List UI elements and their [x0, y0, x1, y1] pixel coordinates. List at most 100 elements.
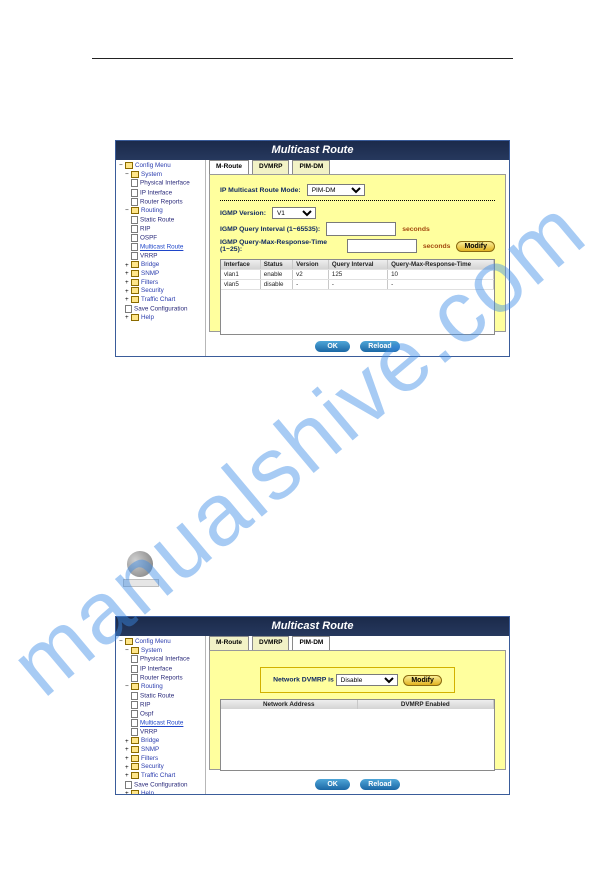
tree-label: Routing — [141, 683, 163, 690]
tree-item[interactable]: VRRP — [119, 252, 203, 261]
tree-label: Security — [141, 288, 164, 295]
ok-button[interactable]: OK — [315, 779, 350, 790]
page-icon — [125, 305, 132, 313]
folder-icon — [125, 638, 133, 645]
max-response-input[interactable] — [347, 239, 417, 253]
interface-table: Interface Status Version Query Interval … — [220, 259, 495, 335]
tree-item[interactable]: Save Configuration — [119, 305, 203, 314]
mode-select[interactable]: PIM-DM — [307, 184, 365, 196]
tree-item[interactable]: +Filters — [119, 755, 203, 764]
reload-button[interactable]: Reload — [360, 779, 399, 790]
folder-icon — [131, 755, 139, 762]
folder-icon — [131, 261, 139, 268]
tree-item[interactable]: +Help — [119, 790, 203, 794]
ok-button[interactable]: OK — [315, 341, 350, 352]
tree-label: System — [141, 647, 162, 654]
tree-item[interactable]: +Security — [119, 763, 203, 772]
tree-label: IP Interface — [140, 189, 172, 196]
table-header-row: Interface Status Version Query Interval … — [221, 260, 494, 270]
page-icon — [125, 781, 132, 789]
page-icon — [131, 728, 138, 736]
tree-item[interactable]: IP Interface — [119, 189, 203, 198]
seconds-unit: seconds — [423, 243, 451, 250]
tree-item[interactable]: Router Reports — [119, 198, 203, 207]
modify-button[interactable]: Modify — [456, 241, 495, 252]
tree-label: Router Reports — [140, 674, 183, 681]
tab-pimdm[interactable]: PIM-DM — [292, 160, 330, 174]
tree-label: Router Reports — [140, 198, 183, 205]
tree-item[interactable]: +Help — [119, 314, 203, 323]
col-query-interval: Query Interval — [328, 260, 387, 270]
tree-item[interactable]: RIP — [119, 225, 203, 234]
folder-icon — [131, 683, 139, 690]
tree-routing[interactable]: −Routing — [119, 207, 203, 216]
window-title: Multicast Route — [116, 141, 509, 160]
tree-item[interactable]: +Filters — [119, 279, 203, 288]
tree-item[interactable]: RIP — [119, 701, 203, 710]
tab-dvmrp[interactable]: DVMRP — [252, 636, 289, 650]
col-network-address: Network Address — [221, 700, 358, 709]
tree-label: Security — [141, 764, 164, 771]
tree-label: Save Configuration — [134, 305, 188, 312]
tree-item[interactable]: Save Configuration — [119, 781, 203, 790]
tab-pimdm[interactable]: PIM-DM — [292, 636, 330, 650]
folder-icon — [131, 207, 139, 214]
modify-button[interactable]: Modify — [403, 675, 442, 686]
folder-icon — [131, 790, 139, 794]
page-icon — [131, 674, 138, 682]
tab-mroute[interactable]: M-Route — [209, 636, 249, 650]
version-select[interactable]: V1 — [272, 207, 316, 219]
tab-dvmrp[interactable]: DVMRP — [252, 160, 289, 174]
tree-item[interactable]: IP Interface — [119, 665, 203, 674]
dvmrp-control-box: Network DVMRP is Disable Modify — [260, 667, 455, 693]
tree-item[interactable]: Static Route — [119, 692, 203, 701]
tree-label: RIP — [140, 225, 151, 232]
tab-mroute[interactable]: M-Route — [209, 160, 249, 174]
tree-item[interactable]: OSPF — [119, 234, 203, 243]
settings-panel: Network DVMRP is Disable Modify Network … — [209, 650, 506, 770]
cell: vlan1 — [221, 270, 260, 280]
tree-item-multicast[interactable]: Multicast Route — [119, 243, 203, 252]
tree-label: Config Menu — [135, 638, 171, 645]
max-response-row: IGMP Query-Max-Response-Time (1~25): sec… — [220, 239, 495, 253]
tree-item[interactable]: Ospf — [119, 710, 203, 719]
tree-item-multicast[interactable]: Multicast Route — [119, 719, 203, 728]
tree-system[interactable]: −System — [119, 647, 203, 656]
table-row[interactable]: vlan1 enable v2 125 10 — [221, 270, 494, 280]
page-icon — [131, 719, 138, 727]
mode-label: IP Multicast Route Mode: — [220, 187, 301, 194]
max-response-label: IGMP Query-Max-Response-Time (1~25): — [220, 239, 341, 253]
query-interval-input[interactable] — [326, 222, 396, 236]
tree-item[interactable]: +Bridge — [119, 261, 203, 270]
tree-item[interactable]: VRRP — [119, 728, 203, 737]
cell: 125 — [328, 270, 387, 280]
tree-routing[interactable]: −Routing — [119, 683, 203, 692]
cell: - — [328, 280, 387, 290]
content-pane: M-Route DVMRP PIM-DM Network DVMRP is Di… — [206, 636, 509, 794]
page-icon — [131, 701, 138, 709]
tree-root[interactable]: −Config Menu — [119, 638, 203, 647]
table-row[interactable]: vlan5 disable - - - — [221, 280, 494, 290]
tree-item[interactable]: Physical Interface — [119, 655, 203, 664]
tree-label: Ospf — [140, 711, 153, 718]
tree-item[interactable]: Static Route — [119, 216, 203, 225]
tree-label: Filters — [141, 755, 158, 762]
tree-item[interactable]: +SNMP — [119, 746, 203, 755]
tree-label: Filters — [141, 279, 158, 286]
tree-label: Save Configuration — [134, 781, 188, 788]
tree-item[interactable]: Router Reports — [119, 674, 203, 683]
tree-item[interactable]: Physical Interface — [119, 179, 203, 188]
tree-label: Physical Interface — [140, 656, 190, 663]
tree-item[interactable]: +Traffic Chart — [119, 772, 203, 781]
reload-button[interactable]: Reload — [360, 341, 399, 352]
tree-root[interactable]: −Config Menu — [119, 162, 203, 171]
tree-item[interactable]: +Traffic Chart — [119, 296, 203, 305]
tree-system[interactable]: −System — [119, 171, 203, 180]
dvmrp-select[interactable]: Disable — [336, 674, 398, 686]
tree-item[interactable]: +Security — [119, 287, 203, 296]
folder-icon — [131, 746, 139, 753]
tree-item[interactable]: +SNMP — [119, 270, 203, 279]
tree-item[interactable]: +Bridge — [119, 737, 203, 746]
divider — [220, 200, 495, 201]
tree-label: SNMP — [141, 746, 159, 753]
